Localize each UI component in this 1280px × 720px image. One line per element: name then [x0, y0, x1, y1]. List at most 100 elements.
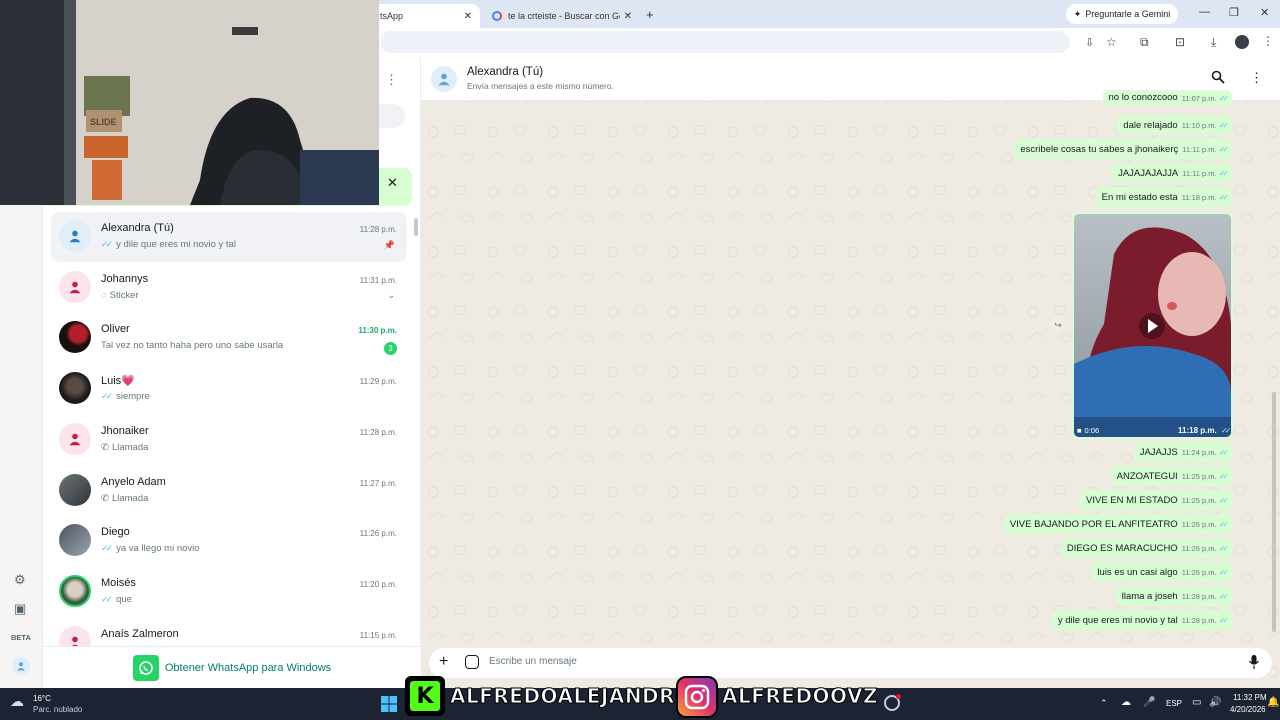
microphone-icon[interactable]	[1248, 654, 1260, 670]
language-indicator[interactable]: ESP	[1166, 699, 1182, 708]
read-ticks-icon: ✓✓	[1218, 543, 1230, 553]
search-icon[interactable]	[1211, 70, 1225, 84]
conversation-scrollbar[interactable]	[1272, 392, 1276, 632]
outgoing-message[interactable]: DIEGO ES MARACUCHO 11:26 p.m. ✓✓	[1060, 538, 1232, 558]
chat-preview: ✓✓ y dile que eres mi novio y tal	[101, 239, 236, 250]
video-message[interactable]: ■ 0:06 11:18 p.m. ✓✓	[1072, 212, 1233, 439]
new-tab-icon[interactable]: +	[646, 7, 654, 22]
chat-avatar[interactable]	[59, 473, 91, 506]
address-bar[interactable]	[380, 31, 1070, 53]
gemini-button[interactable]: ✦ Preguntarle a Gemini	[1066, 4, 1178, 24]
chat-time: 11:29 p.m.	[359, 377, 397, 387]
chat-name: Anaís Zalmeron	[101, 627, 179, 640]
chat-list-item[interactable]: Anyelo Adam 11:27 p.m. ✆ Llamada	[51, 466, 407, 516]
outgoing-message[interactable]: JAJAJAJAJJA 11:11 p.m. ✓✓	[1112, 163, 1232, 183]
media-gallery-icon[interactable]: ▣	[14, 601, 26, 617]
message-time: 11:07 p.m.	[1181, 94, 1217, 103]
outgoing-message[interactable]: luis es un casi algo 11:26 p.m. ✓✓	[1091, 562, 1232, 582]
chevron-down-icon[interactable]: ⌄	[387, 290, 395, 301]
tab-google-search[interactable]: te la crteiste - Buscar con Goog ✕	[484, 4, 640, 28]
conversation-menu-icon[interactable]: ⋮	[1250, 70, 1263, 86]
video-thumbnail	[1074, 214, 1231, 437]
chat-list-item[interactable]: Oliver 11:30 p.m. Tal vez no tanto haha pe…	[51, 313, 407, 363]
chat-avatar[interactable]	[59, 270, 91, 303]
contact-avatar[interactable]	[431, 66, 457, 92]
outgoing-message[interactable]: VIVE EN MI ESTADO 11:25 p.m. ✓✓	[1080, 490, 1232, 510]
chat-list-menu-icon[interactable]: ⋮	[385, 72, 398, 88]
whatsapp-logo-icon	[132, 654, 159, 681]
outgoing-message[interactable]: llama a joseh 11:28 p.m. ✓✓	[1115, 586, 1232, 606]
clock-time[interactable]: 11:32 PM	[1233, 693, 1267, 702]
chat-avatar[interactable]	[59, 422, 91, 455]
chat-list-item[interactable]: Moisés 11:20 p.m. ✓✓ que	[51, 567, 407, 617]
chat-avatar[interactable]	[59, 321, 91, 354]
message-time: 11:25 p.m.	[1181, 471, 1217, 481]
get-app-banner[interactable]: Obtener WhatsApp para Windows	[43, 646, 421, 688]
chat-avatar[interactable]	[59, 524, 91, 557]
tab-whatsapp[interactable]: tsApp ✕	[372, 4, 480, 28]
profile-avatar-nav[interactable]	[12, 657, 30, 675]
read-ticks-icon: ✓✓	[1218, 519, 1230, 529]
chat-avatar[interactable]	[59, 372, 91, 405]
chat-list-item[interactable]: Diego 11:26 p.m. ✓✓ ya va llego mi novio	[51, 516, 407, 566]
window-close-icon[interactable]: ✕	[1260, 6, 1269, 19]
outgoing-message[interactable]: no lo conozcooo 11:07 p.m. ✓✓	[1102, 90, 1232, 106]
forward-icon[interactable]: ↪	[1051, 318, 1065, 332]
message-meta: 11:28 p.m. ✓✓	[1181, 615, 1229, 625]
chat-avatar[interactable]	[59, 574, 91, 607]
tray-chevron-icon[interactable]: ⌃	[1100, 698, 1108, 709]
minimize-icon[interactable]: —	[1199, 6, 1210, 18]
chat-list-item[interactable]: Luis💗 11:29 p.m. ✓✓ siempre	[51, 364, 407, 414]
message-meta: 11:26 p.m. ✓✓	[1182, 519, 1230, 529]
downloads-icon[interactable]: ⤓	[1211, 35, 1216, 50]
message-time: 11:28 p.m.	[1181, 615, 1217, 625]
browser-menu-icon[interactable]: ⋮	[1262, 34, 1274, 48]
chat-preview-text: y dile que eres mi novio y tal	[116, 239, 236, 250]
clock-date[interactable]: 4/20/2026	[1230, 705, 1266, 714]
chat-list-item[interactable]: Jhonaiker 11:28 p.m. ✆ Llamada	[51, 415, 407, 465]
unread-badge: 3	[384, 342, 397, 356]
profile-avatar[interactable]	[1235, 35, 1249, 49]
bookmark-star-icon[interactable]: ☆	[1106, 35, 1117, 49]
sticker-icon[interactable]	[465, 655, 479, 669]
message-input[interactable]: Escribe un mensaje	[489, 656, 577, 667]
read-ticks-icon: ✓✓	[1218, 567, 1230, 577]
tray-mic-icon[interactable]: 🎤	[1143, 697, 1155, 708]
outgoing-message[interactable]: En mi estado esta 11:18 p.m. ✓✓	[1095, 187, 1232, 207]
notifications-bell-icon[interactable]: 🔔	[1267, 697, 1279, 708]
tray-volume-icon[interactable]: 🔊	[1209, 697, 1221, 708]
tab-close-icon[interactable]: ✕	[464, 11, 472, 22]
notification-dot	[896, 694, 901, 699]
restore-icon[interactable]: ❐	[1229, 6, 1239, 19]
read-ticks-icon: ✓✓	[1218, 447, 1230, 457]
tray-display-icon[interactable]: ▭	[1192, 697, 1201, 708]
message-time: 11:18 p.m.	[1181, 192, 1217, 202]
outgoing-message[interactable]: JAJAJJS 11:24 p.m. ✓✓	[1133, 442, 1232, 462]
scrollbar[interactable]	[414, 218, 418, 236]
contact-name[interactable]: Alexandra (Tú)	[467, 66, 543, 78]
tray-cloud-icon[interactable]: ☁	[1121, 697, 1131, 708]
outgoing-message[interactable]: escribele cosas tu sabes a jhonaikerç 11:…	[1014, 139, 1232, 159]
chat-preview: ✓✓ ya va llego mi novio	[101, 543, 200, 554]
chat-list-item[interactable]: Johannys 11:31 p.m. ◌ Sticker ⌄	[51, 263, 407, 313]
message-text: llama a joseh	[1121, 590, 1178, 602]
message-meta: 11:26 p.m. ✓✓	[1182, 567, 1230, 577]
tab-search-icon[interactable]: ⊡	[1175, 35, 1185, 49]
chat-list-item[interactable]: Alexandra (Tú) 11:28 p.m. ✓✓ y dile que ere…	[51, 212, 407, 262]
outgoing-message[interactable]: VIVE BAJANDO POR EL ANFITEATRO 11:26 p.m.…	[1003, 514, 1232, 534]
chat-avatar[interactable]	[59, 220, 91, 252]
banner-close-icon[interactable]: ✕	[387, 175, 398, 191]
extensions-icon[interactable]: ⧉	[1140, 35, 1149, 50]
settings-icon[interactable]: ⚙	[14, 572, 26, 588]
windows-start-icon[interactable]	[381, 696, 397, 712]
outgoing-message[interactable]: dale relajado 11:10 p.m. ✓✓	[1117, 115, 1232, 135]
attach-plus-icon[interactable]: +	[439, 653, 448, 671]
install-app-icon[interactable]: ⇩	[1085, 36, 1094, 49]
message-meta: 11:07 p.m. ✓✓	[1181, 94, 1229, 103]
weather-icon[interactable]: ☁	[10, 693, 24, 710]
tab-close-icon[interactable]: ✕	[624, 11, 632, 22]
outgoing-message[interactable]: ANZOATEGUI 11:25 p.m. ✓✓	[1110, 466, 1232, 486]
beta-label: BETA	[11, 633, 31, 642]
pin-icon: 📌	[383, 240, 395, 250]
outgoing-message[interactable]: y dile que eres mi novio y tal 11:28 p.m.…	[1051, 610, 1232, 630]
